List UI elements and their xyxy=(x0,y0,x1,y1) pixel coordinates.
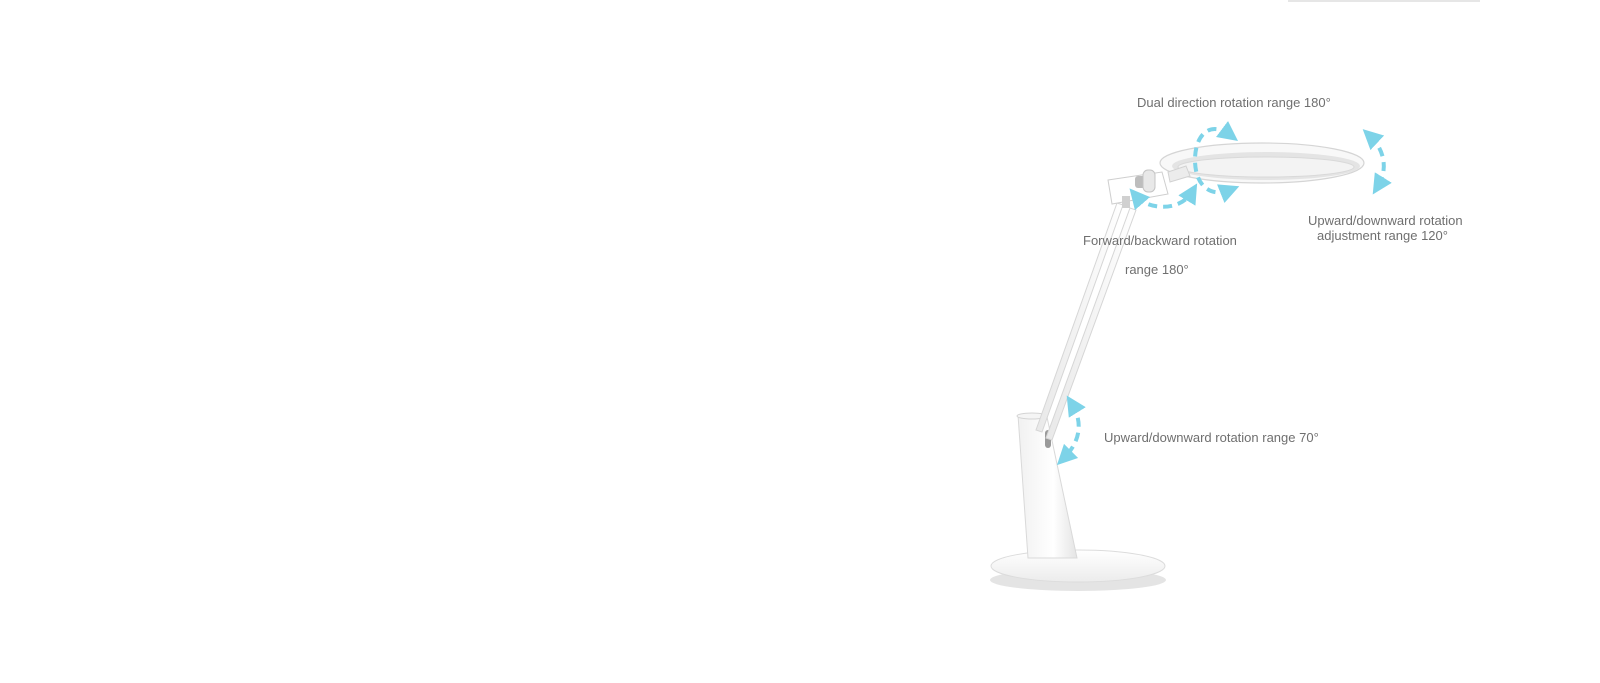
lamp-hinge xyxy=(1107,169,1169,208)
caption-head-tilt-line1: Upward/downward rotation xyxy=(1308,213,1463,228)
rotation-arrow-head-tilt xyxy=(1362,129,1392,195)
rotation-arrow-arm xyxy=(1056,395,1086,466)
caption-arm-tilt: Upward/downward rotation range 70° xyxy=(1104,430,1319,445)
product-stage: Dual direction rotation range 180° Forwa… xyxy=(0,0,1600,683)
caption-forward-backward-line2: range 180° xyxy=(1125,262,1189,277)
caption-head-tilt-line2: adjustment range 120° xyxy=(1317,228,1448,243)
lamp-base xyxy=(990,549,1166,591)
desk-lamp-illustration xyxy=(990,121,1392,591)
caption-forward-backward-line1: Forward/backward rotation xyxy=(1083,233,1237,248)
lamp-head xyxy=(1159,142,1365,184)
caption-dual-rotation: Dual direction rotation range 180° xyxy=(1137,95,1331,110)
